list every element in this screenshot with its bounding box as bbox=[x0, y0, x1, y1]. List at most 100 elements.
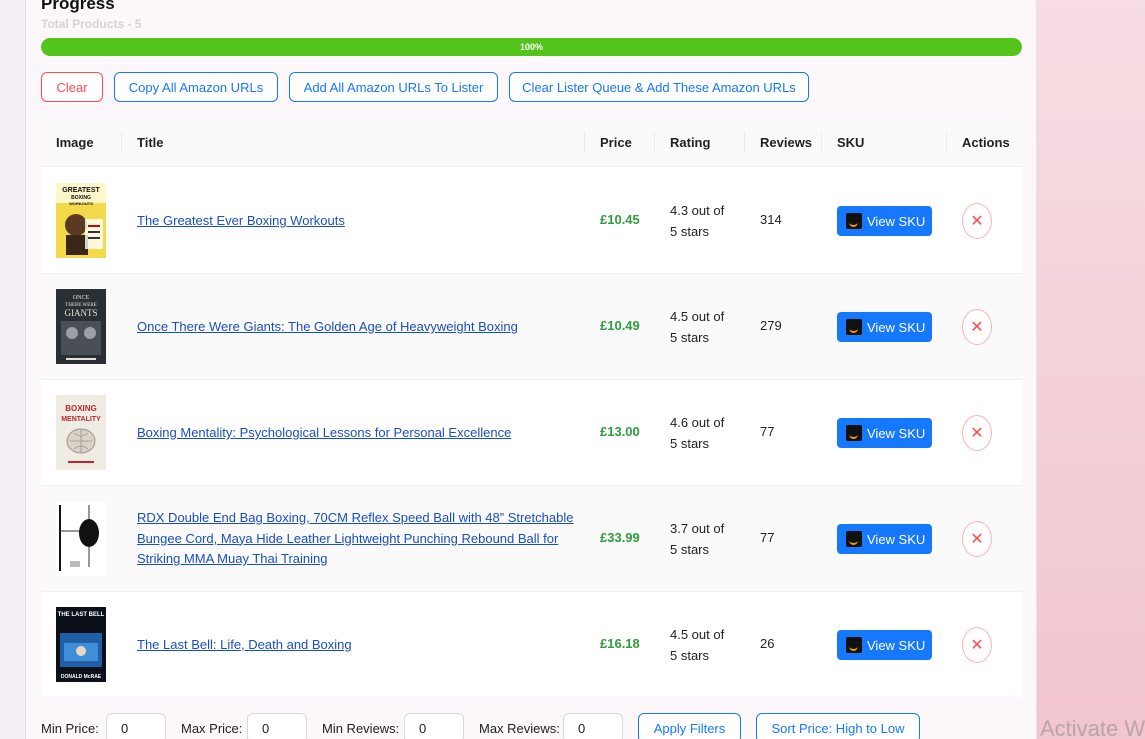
max-reviews-label: Max Reviews: bbox=[479, 721, 560, 736]
table-row: ONCE THERE WERE GIANTS Once There Were G… bbox=[41, 274, 1022, 380]
max-reviews-input[interactable]: 0 bbox=[563, 713, 623, 739]
product-image: GREATEST BOXING WORKOUTS bbox=[56, 183, 106, 258]
remove-row-button[interactable]: ✕ bbox=[962, 521, 992, 557]
apply-filters-button[interactable]: Apply Filters bbox=[638, 713, 741, 739]
view-sku-label: View SKU bbox=[867, 637, 926, 653]
rating-text: 5 stars bbox=[670, 224, 710, 239]
column-header-price: Price bbox=[600, 134, 632, 150]
view-sku-button[interactable]: View SKU bbox=[837, 630, 932, 660]
rating-text: 4.6 out of bbox=[670, 415, 725, 430]
column-divider bbox=[946, 132, 947, 152]
remove-row-button[interactable]: ✕ bbox=[962, 309, 992, 345]
product-title-link[interactable]: RDX Double End Bag Boxing, 70CM Reflex S… bbox=[137, 508, 577, 570]
activate-windows-watermark: Activate W bbox=[1040, 716, 1145, 739]
add-all-to-lister-button[interactable]: Add All Amazon URLs To Lister bbox=[289, 72, 498, 102]
column-header-rating: Rating bbox=[670, 134, 711, 150]
view-sku-button[interactable]: View SKU bbox=[837, 206, 932, 236]
product-reviews: 279 bbox=[760, 318, 782, 333]
product-rating: 4.5 out of 5 stars bbox=[670, 624, 740, 666]
cover-text: BOXING bbox=[65, 404, 97, 413]
max-price-input[interactable]: 0 bbox=[247, 713, 307, 739]
remove-row-button[interactable]: ✕ bbox=[962, 203, 992, 239]
product-image bbox=[56, 501, 106, 576]
view-sku-label: View SKU bbox=[867, 531, 926, 547]
view-sku-button[interactable]: View SKU bbox=[837, 418, 932, 448]
cover-text: WORKOUTS bbox=[69, 201, 93, 206]
amazon-icon bbox=[846, 213, 862, 229]
remove-row-button[interactable]: ✕ bbox=[962, 415, 992, 451]
progress-bar: 100% bbox=[41, 38, 1022, 56]
column-divider bbox=[121, 132, 122, 152]
close-icon: ✕ bbox=[970, 213, 984, 230]
page-title: Progress bbox=[41, 0, 115, 13]
product-price: £10.49 bbox=[600, 318, 640, 333]
view-sku-button[interactable]: View SKU bbox=[837, 524, 932, 554]
column-divider bbox=[821, 132, 822, 152]
view-sku-label: View SKU bbox=[867, 425, 926, 441]
cover-text: GREATEST bbox=[62, 187, 100, 194]
column-divider bbox=[744, 132, 745, 152]
rating-text: 4.3 out of bbox=[670, 203, 725, 218]
product-rating: 4.3 out of 5 stars bbox=[670, 200, 740, 242]
product-title-link[interactable]: Once There Were Giants: The Golden Age o… bbox=[137, 317, 577, 338]
sort-price-button[interactable]: Sort Price: High to Low bbox=[756, 713, 920, 739]
min-price-input[interactable]: 0 bbox=[106, 713, 166, 739]
product-rating: 4.5 out of 5 stars bbox=[670, 306, 740, 348]
product-reviews: 26 bbox=[760, 636, 775, 651]
products-table: Image Title Price Rating Reviews SKU Act… bbox=[41, 117, 1022, 697]
product-price: £10.45 bbox=[600, 212, 640, 227]
product-rating: 4.6 out of 5 stars bbox=[670, 412, 740, 454]
cover-text: THE LAST BELL bbox=[58, 612, 105, 618]
amazon-icon bbox=[846, 637, 862, 653]
rating-text: 4.5 out of bbox=[670, 309, 725, 324]
amazon-icon bbox=[846, 319, 862, 335]
product-title-link[interactable]: Boxing Mentality: Psychological Lessons … bbox=[137, 423, 577, 444]
clear-queue-add-urls-button[interactable]: Clear Lister Queue & Add These Amazon UR… bbox=[509, 72, 809, 102]
product-title-link[interactable]: The Greatest Ever Boxing Workouts bbox=[137, 211, 577, 232]
column-header-image: Image bbox=[56, 134, 94, 150]
table-row: THE LAST BELL DONALD McRAE The Last Bell… bbox=[41, 592, 1022, 698]
column-divider bbox=[584, 132, 585, 152]
product-title-link[interactable]: The Last Bell: Life, Death and Boxing bbox=[137, 635, 577, 656]
rating-text: 3.7 out of bbox=[670, 521, 725, 536]
product-reviews: 77 bbox=[760, 424, 775, 439]
product-price: £13.00 bbox=[600, 424, 640, 439]
min-reviews-label: Min Reviews: bbox=[322, 721, 400, 736]
cover-text: GIANTS bbox=[65, 308, 98, 318]
close-icon: ✕ bbox=[970, 531, 984, 548]
rating-text: 5 stars bbox=[670, 648, 710, 663]
product-rating: 3.7 out of 5 stars bbox=[670, 518, 740, 560]
min-reviews-input[interactable]: 0 bbox=[404, 713, 464, 739]
cover-text: ONCE bbox=[73, 295, 90, 301]
product-reviews: 314 bbox=[760, 212, 782, 227]
clear-button[interactable]: Clear bbox=[41, 72, 103, 102]
close-icon: ✕ bbox=[970, 637, 984, 654]
min-price-label: Min Price: bbox=[41, 721, 99, 736]
table-row: RDX Double End Bag Boxing, 70CM Reflex S… bbox=[41, 486, 1022, 592]
column-header-actions: Actions bbox=[962, 134, 1010, 150]
product-price: £16.18 bbox=[600, 636, 640, 651]
cover-text: DONALD McRAE bbox=[61, 674, 102, 680]
rating-text: 5 stars bbox=[670, 436, 710, 451]
column-divider bbox=[654, 132, 655, 152]
product-price: £33.99 bbox=[600, 530, 640, 545]
product-reviews: 77 bbox=[760, 530, 775, 545]
product-image: THE LAST BELL DONALD McRAE bbox=[56, 607, 106, 682]
rating-text: 4.5 out of bbox=[670, 627, 725, 642]
rating-text: 5 stars bbox=[670, 542, 710, 557]
table-row: BOXING MENTALITY Boxing Mentality: Psych… bbox=[41, 380, 1022, 486]
view-sku-label: View SKU bbox=[867, 213, 926, 229]
amazon-icon bbox=[846, 425, 862, 441]
view-sku-button[interactable]: View SKU bbox=[837, 312, 932, 342]
table-header: Image Title Price Rating Reviews SKU Act… bbox=[41, 117, 1022, 167]
close-icon: ✕ bbox=[970, 319, 984, 336]
rating-text: 5 stars bbox=[670, 330, 710, 345]
column-header-title: Title bbox=[137, 134, 164, 150]
copy-all-amazon-urls-button[interactable]: Copy All Amazon URLs bbox=[114, 72, 278, 102]
amazon-icon bbox=[846, 531, 862, 547]
remove-row-button[interactable]: ✕ bbox=[962, 627, 992, 663]
page-left-strip bbox=[0, 0, 26, 739]
total-products-label: Total Products - 5 bbox=[41, 17, 142, 31]
max-price-label: Max Price: bbox=[181, 721, 243, 736]
column-header-sku: SKU bbox=[837, 134, 865, 150]
